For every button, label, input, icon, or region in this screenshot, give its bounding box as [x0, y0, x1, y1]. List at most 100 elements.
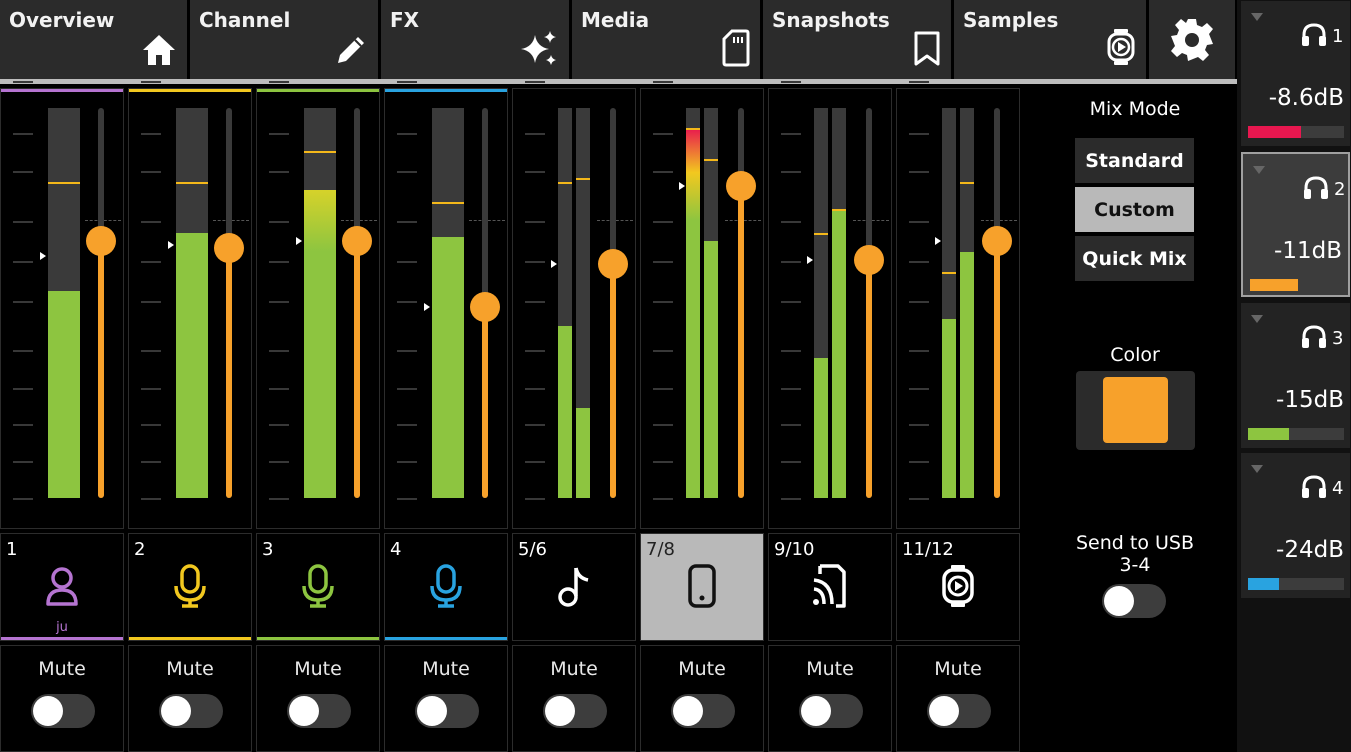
tab-label: Channel	[199, 8, 291, 32]
mute-toggle[interactable]	[415, 694, 479, 728]
microphone-icon	[174, 564, 206, 608]
mix-level-fill	[1250, 279, 1298, 291]
tab-channel[interactable]: Channel	[190, 0, 378, 79]
channel-select-9/10[interactable]: 9/10	[768, 533, 892, 641]
fader-fill	[866, 260, 872, 498]
mute-label: Mute	[806, 658, 854, 680]
mute-toggle[interactable]	[799, 694, 863, 728]
fader-knob[interactable]	[854, 245, 884, 276]
color-label: Color	[1110, 344, 1160, 366]
user-icon	[46, 567, 78, 606]
mute-label: Mute	[166, 658, 214, 680]
mute-toggle[interactable]	[671, 694, 735, 728]
fader-fill	[610, 264, 616, 498]
channel-select-1[interactable]: 1 ju	[0, 533, 124, 641]
channel-select-4[interactable]: 4	[384, 533, 508, 641]
scale-tick	[653, 81, 673, 83]
toggle-knob	[33, 696, 63, 726]
mix-mode-custom-button[interactable]: Custom	[1075, 187, 1194, 232]
mute-toggle[interactable]	[927, 694, 991, 728]
fader-fill	[354, 240, 360, 498]
mix-level-bar	[1248, 126, 1344, 138]
mix-2-button[interactable]: 2 -11dB	[1241, 152, 1350, 297]
mute-panel-7/8: Mute	[640, 645, 764, 752]
channel-select-7/8[interactable]: 7/8	[640, 533, 764, 641]
mix-mode-quickmix-button[interactable]: Quick Mix	[1075, 236, 1194, 281]
scale-tick	[781, 171, 801, 173]
fader-knob[interactable]	[598, 249, 628, 279]
mix-3-button[interactable]: 3 -15dB	[1241, 303, 1350, 448]
color-swatch	[1103, 377, 1168, 443]
meter-fill	[48, 291, 80, 498]
mix-1-button[interactable]: 1 -8.6dB	[1241, 1, 1350, 146]
scale-tick	[397, 388, 417, 390]
scale-tick	[13, 133, 33, 135]
mix-4-button[interactable]: 4 -24dB	[1241, 453, 1350, 598]
toggle-knob	[289, 696, 319, 726]
fader-knob[interactable]	[470, 291, 500, 322]
sparkles-icon	[521, 31, 556, 65]
scale-tick	[781, 350, 801, 352]
peak-hold	[942, 271, 956, 274]
color-picker[interactable]	[1076, 371, 1195, 450]
fader-knob[interactable]	[982, 225, 1012, 256]
level-meter	[814, 108, 828, 498]
peak-hold	[704, 158, 718, 161]
settings-button[interactable]	[1149, 0, 1235, 79]
tab-snapshots[interactable]: Snapshots	[763, 0, 951, 79]
tab-label: FX	[390, 8, 420, 32]
scale-tick	[141, 261, 161, 263]
scale-tick	[269, 461, 289, 463]
mix-mode-standard-button[interactable]: Standard	[1075, 138, 1194, 183]
scale-tick	[653, 461, 673, 463]
scale-tick	[525, 261, 545, 263]
gear-icon	[1171, 18, 1213, 61]
scale-tick	[141, 424, 161, 426]
channel-strip-9/10	[768, 81, 892, 529]
cast-icon	[813, 564, 846, 608]
headphones-icon	[1304, 176, 1328, 199]
channel-select-2[interactable]: 2	[128, 533, 252, 641]
peak-hold	[832, 209, 846, 212]
mute-toggle[interactable]	[543, 694, 607, 728]
fader-knob[interactable]	[86, 225, 116, 256]
scale-tick	[781, 221, 801, 223]
scale-tick	[269, 81, 289, 83]
toggle-knob	[673, 696, 703, 726]
dropdown-arrow-icon	[1251, 465, 1263, 473]
scale-tick	[781, 301, 801, 303]
fader-knob[interactable]	[726, 171, 756, 201]
send-usb-toggle[interactable]	[1102, 584, 1166, 618]
scale-tick	[653, 350, 673, 352]
channel-select-3[interactable]: 3	[256, 533, 380, 641]
dropdown-arrow-icon	[1251, 315, 1263, 323]
fader-knob[interactable]	[342, 225, 372, 256]
meter-fill	[432, 236, 464, 498]
scale-tick	[525, 388, 545, 390]
channel-select-11/12[interactable]: 11/12	[896, 533, 1020, 641]
mute-toggle[interactable]	[287, 694, 351, 728]
mix-level: -15dB	[1276, 387, 1344, 413]
scale-tick	[13, 221, 33, 223]
channel-select-5/6[interactable]: 5/6	[512, 533, 636, 641]
scale-tick	[653, 424, 673, 426]
scale-tick	[525, 221, 545, 223]
channel-color-line	[385, 637, 507, 640]
tab-media[interactable]: Media	[572, 0, 760, 79]
mute-toggle[interactable]	[159, 694, 223, 728]
mute-label: Mute	[422, 658, 470, 680]
tab-fx[interactable]: FX	[381, 0, 569, 79]
tab-overview[interactable]: Overview	[0, 0, 187, 79]
level-meter	[942, 108, 956, 498]
mute-panel-11/12: Mute	[896, 645, 1020, 752]
scale-tick	[909, 221, 929, 223]
level-meter	[558, 108, 572, 498]
mix-number: 1	[1332, 26, 1344, 47]
fader-fill	[482, 306, 488, 498]
tab-samples[interactable]: Samples	[954, 0, 1146, 79]
tab-label: Overview	[9, 8, 115, 32]
channel-color-line	[1, 89, 123, 92]
fader-knob[interactable]	[214, 233, 244, 264]
mute-toggle[interactable]	[31, 694, 95, 728]
peak-hold	[558, 182, 572, 185]
